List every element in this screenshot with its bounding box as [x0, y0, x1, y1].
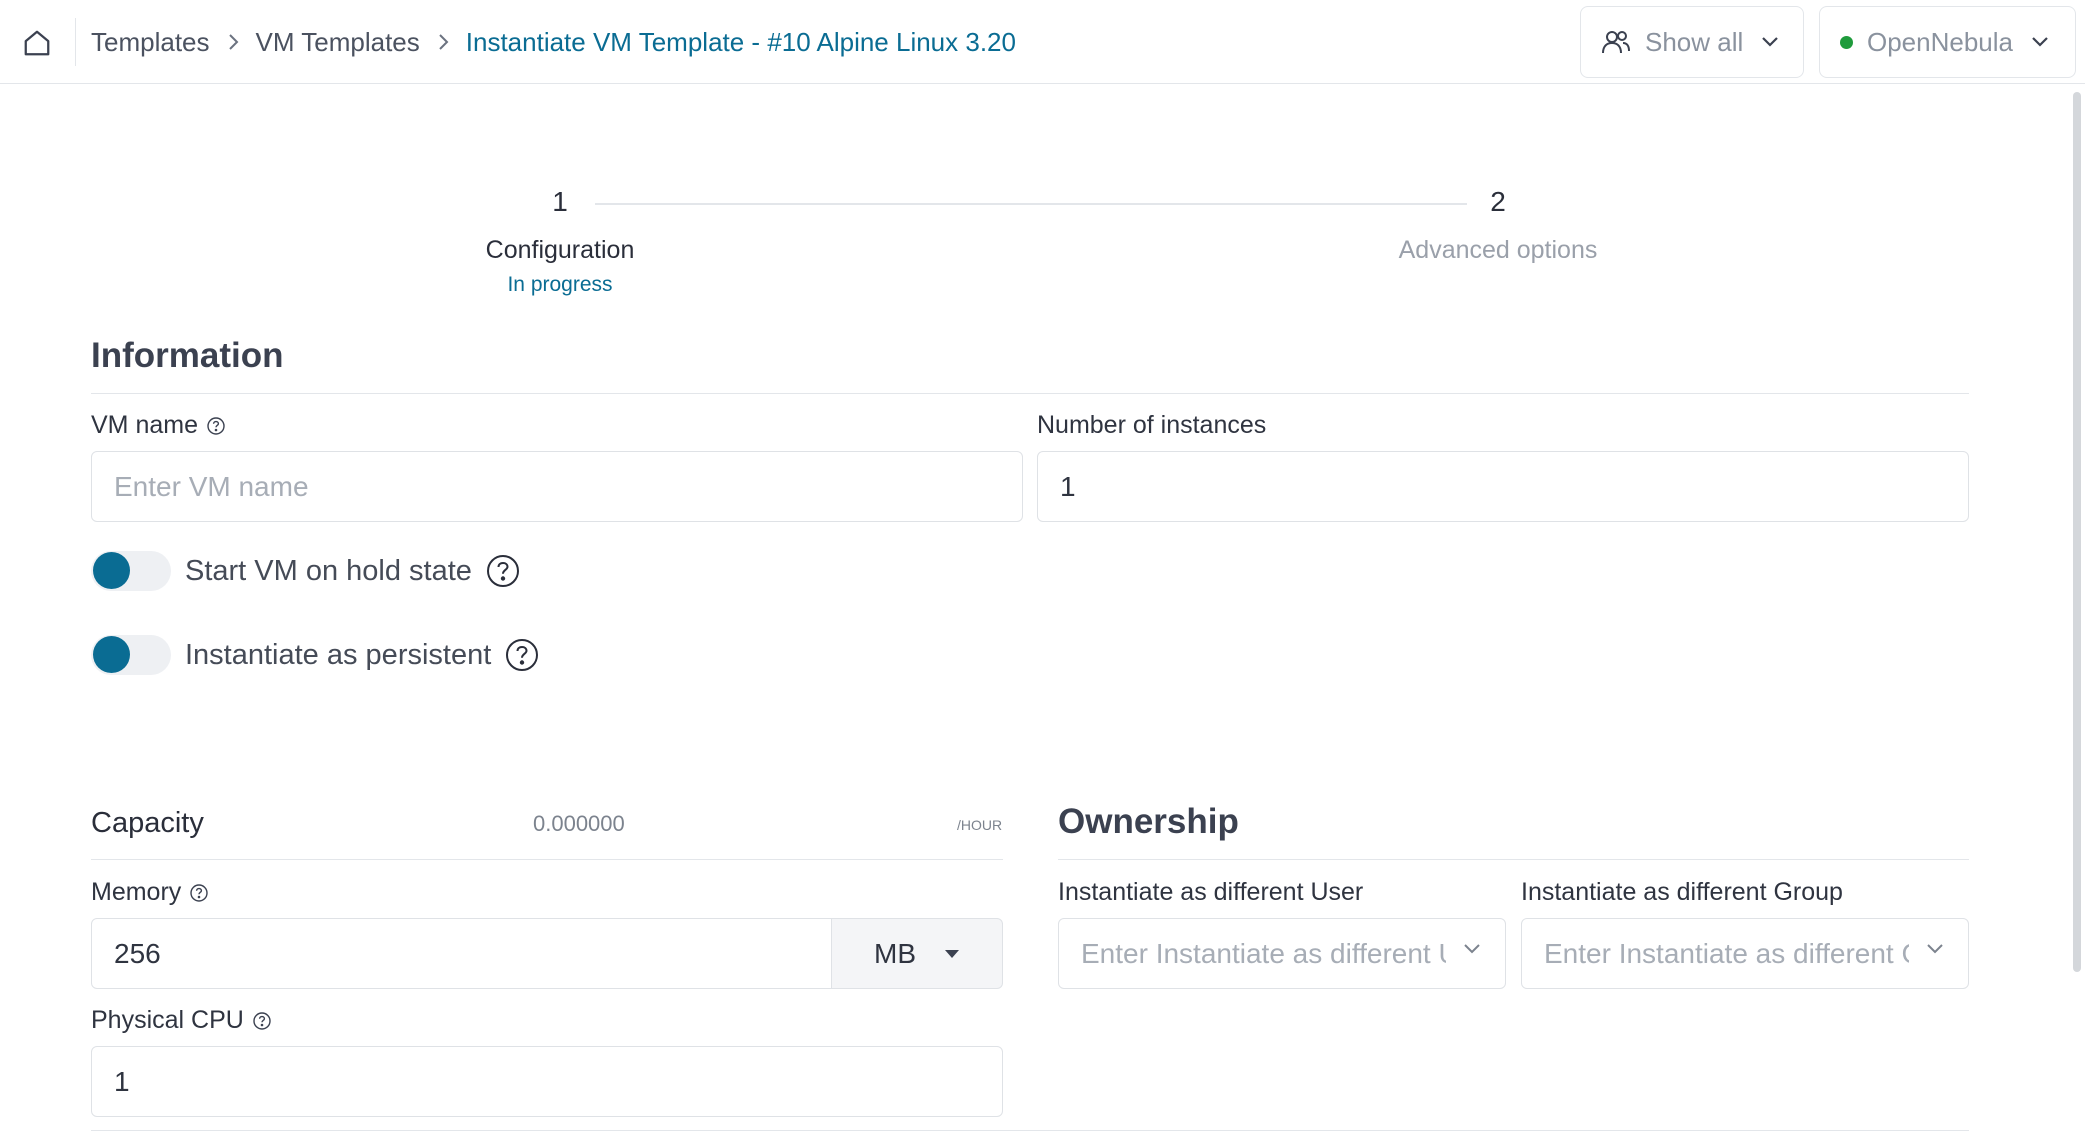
step-status: In progress	[507, 273, 613, 296]
different-user-label: Instantiate as different User	[1058, 878, 1364, 906]
hold-state-row: Start VM on hold state	[91, 551, 520, 591]
capacity-title: Capacity	[91, 807, 204, 839]
capacity-cost: 0.000000	[533, 811, 625, 836]
different-group-placeholder: Enter Instantiate as different Group	[1544, 937, 1909, 969]
persistent-row: Instantiate as persistent	[91, 635, 539, 675]
chevron-down-icon	[1926, 943, 1944, 955]
users-icon	[1601, 29, 1631, 55]
chevron-down-icon	[1761, 36, 1779, 48]
cpu-input[interactable]: 1	[91, 1046, 1003, 1117]
cpu-value: 1	[114, 1065, 130, 1097]
instances-label: Number of instances	[1037, 411, 1267, 439]
instances-input[interactable]: 1	[1037, 451, 1969, 522]
caret-down-icon	[944, 949, 960, 959]
divider	[1058, 859, 1969, 860]
different-user-placeholder: Enter Instantiate as different User	[1081, 937, 1446, 969]
help-icon[interactable]	[189, 883, 209, 903]
vm-name-field[interactable]	[114, 452, 1022, 521]
chevron-right-icon	[226, 32, 240, 52]
memory-input[interactable]: 256	[91, 918, 832, 989]
users-filter-button[interactable]: Show all	[1580, 6, 1804, 78]
cpu-label-text: Physical CPU	[91, 1006, 244, 1034]
persistent-label: Instantiate as persistent	[185, 638, 492, 671]
step-configuration[interactable]: 1 Configuration In progress	[440, 186, 680, 297]
divider	[91, 859, 1003, 860]
chevron-down-icon	[1463, 943, 1481, 955]
help-icon[interactable]	[206, 416, 226, 436]
divider	[91, 1130, 1969, 1131]
memory-label-text: Memory	[91, 878, 182, 906]
vm-name-label: VM name	[91, 411, 226, 440]
vertical-scrollbar[interactable]	[2073, 92, 2081, 972]
stepper-connector	[595, 203, 1467, 205]
divider	[91, 393, 1969, 394]
users-filter-label: Show all	[1645, 26, 1744, 57]
divider	[75, 18, 76, 66]
information-title: Information	[91, 336, 284, 375]
memory-label: Memory	[91, 878, 209, 907]
breadcrumb-templates[interactable]: Templates	[91, 27, 210, 58]
memory-value: 256	[114, 937, 161, 969]
hold-state-toggle[interactable]	[91, 551, 171, 591]
step-title: Advanced options	[1398, 236, 1598, 264]
step-advanced-options[interactable]: 2 Advanced options	[1360, 186, 1636, 265]
memory-unit-select[interactable]: MB	[832, 918, 1003, 989]
chevron-right-icon	[436, 32, 450, 52]
breadcrumb-current: Instantiate VM Template - #10 Alpine Lin…	[465, 26, 1016, 57]
help-icon[interactable]	[486, 554, 520, 588]
vm-name-input[interactable]	[91, 451, 1023, 522]
different-group-label: Instantiate as different Group	[1521, 878, 1843, 906]
memory-unit-label: MB	[874, 937, 916, 969]
chevron-down-icon	[2031, 36, 2049, 48]
zone-label: OpenNebula	[1867, 26, 2013, 57]
zone-selector[interactable]: OpenNebula	[1819, 6, 2076, 78]
cpu-label: Physical CPU	[91, 1006, 272, 1035]
top-bar: Templates VM Templates Instantiate VM Te…	[0, 0, 2085, 84]
capacity-cost-unit: /HOUR	[957, 817, 1003, 833]
ownership-title: Ownership	[1058, 802, 1239, 841]
home-icon[interactable]	[18, 24, 56, 62]
help-icon[interactable]	[505, 638, 539, 672]
toggle-knob	[93, 636, 130, 673]
step-title: Configuration	[485, 236, 635, 264]
step-number: 1	[552, 186, 568, 217]
step-number: 2	[1490, 186, 1506, 217]
hold-state-label: Start VM on hold state	[185, 554, 472, 587]
vm-name-label-text: VM name	[91, 411, 198, 439]
different-group-select[interactable]: Enter Instantiate as different Group	[1521, 918, 1969, 989]
toggle-knob	[93, 552, 130, 589]
instances-value: 1	[1060, 470, 1076, 502]
help-icon[interactable]	[252, 1011, 272, 1031]
different-user-select[interactable]: Enter Instantiate as different User	[1058, 918, 1506, 989]
breadcrumb-vm-templates[interactable]: VM Templates	[256, 27, 420, 58]
breadcrumb: Templates VM Templates Instantiate VM Te…	[91, 0, 1016, 84]
persistent-toggle[interactable]	[91, 635, 171, 675]
zone-status-dot	[1840, 35, 1853, 49]
